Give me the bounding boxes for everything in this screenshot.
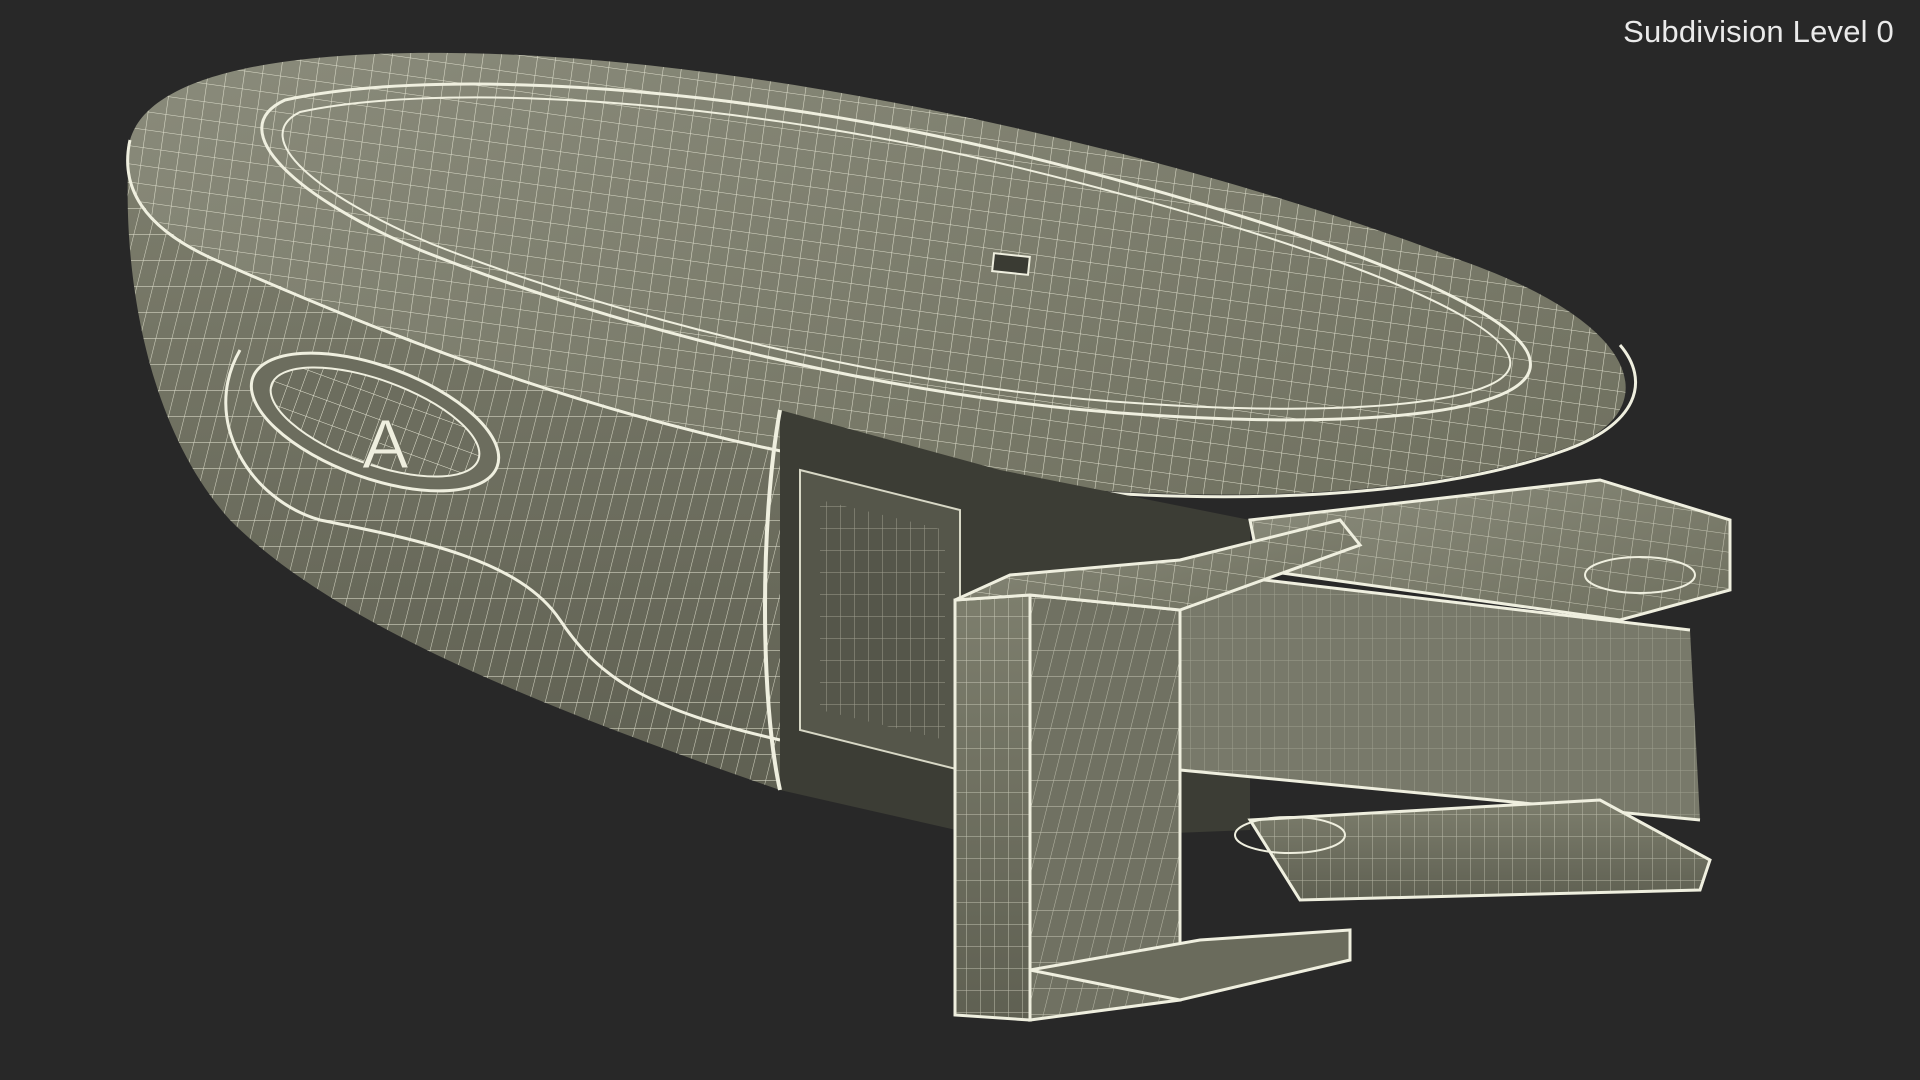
wireframe-model: A xyxy=(126,52,1732,1022)
top-slot xyxy=(991,252,1031,276)
subdivision-level-label: Subdivision Level 0 xyxy=(1623,14,1894,49)
emblem-glyph: A xyxy=(362,405,409,483)
render-viewport: A Subdivision Level 0 xyxy=(0,0,1920,1080)
